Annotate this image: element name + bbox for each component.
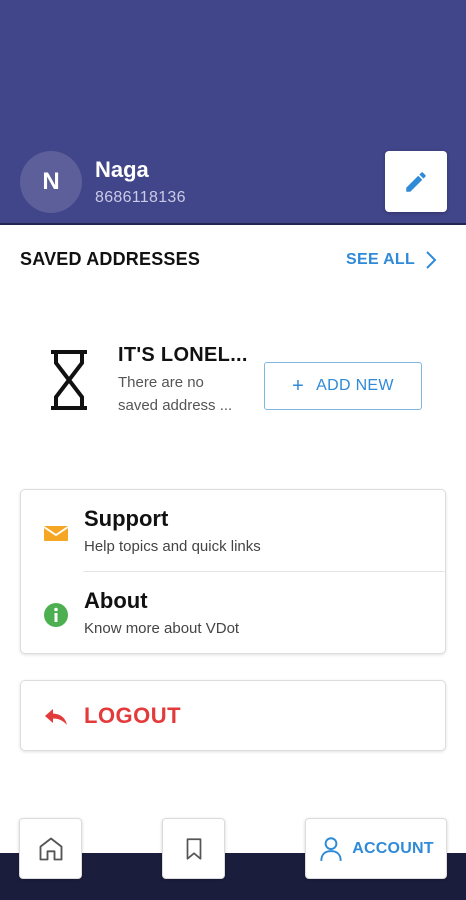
info-icon — [44, 603, 68, 627]
logout-label: LOGOUT — [84, 703, 182, 728]
add-new-label: ADD NEW — [316, 377, 394, 394]
support-subtitle: Help topics and quick links — [84, 538, 261, 555]
reply-arrow-icon — [45, 709, 67, 725]
support-item[interactable]: Support Help topics and quick links — [21, 490, 445, 571]
home-icon — [39, 837, 62, 860]
see-all-button[interactable]: SEE ALL — [346, 250, 437, 270]
see-all-label: SEE ALL — [346, 251, 416, 268]
nav-account-label: ACCOUNT — [352, 839, 434, 857]
nav-account-button[interactable]: ACCOUNT — [305, 818, 447, 879]
bookmark-icon — [186, 837, 201, 860]
logout-button[interactable]: LOGOUT — [20, 680, 446, 751]
plus-icon: + — [292, 374, 305, 397]
empty-state-line: saved address ... — [118, 397, 233, 414]
avatar-initial: N — [42, 168, 60, 195]
mail-icon — [43, 526, 69, 541]
empty-state-title: IT'S LONEL... — [118, 344, 248, 366]
info-card: Support Help topics and quick links Abou… — [20, 489, 446, 654]
nav-saved-button[interactable] — [162, 818, 225, 879]
add-new-address-button[interactable]: + ADD NEW — [264, 362, 422, 410]
pencil-icon — [406, 171, 426, 192]
empty-state-line: There are no — [118, 374, 204, 391]
user-name: Naga — [95, 157, 149, 182]
user-icon — [320, 836, 342, 861]
profile-header: N Naga 8686118136 — [0, 0, 466, 225]
about-item[interactable]: About Know more about VDot — [21, 572, 445, 653]
about-title: About — [84, 588, 148, 613]
support-title: Support — [84, 506, 169, 531]
edit-profile-button[interactable] — [385, 151, 447, 212]
avatar: N — [20, 151, 82, 213]
nav-home-button[interactable] — [19, 818, 82, 879]
user-phone: 8686118136 — [95, 189, 186, 206]
hourglass-icon — [51, 350, 87, 410]
chevron-right-icon — [426, 251, 437, 269]
about-subtitle: Know more about VDot — [84, 620, 240, 637]
saved-addresses-title: SAVED ADDRESSES — [20, 249, 201, 269]
